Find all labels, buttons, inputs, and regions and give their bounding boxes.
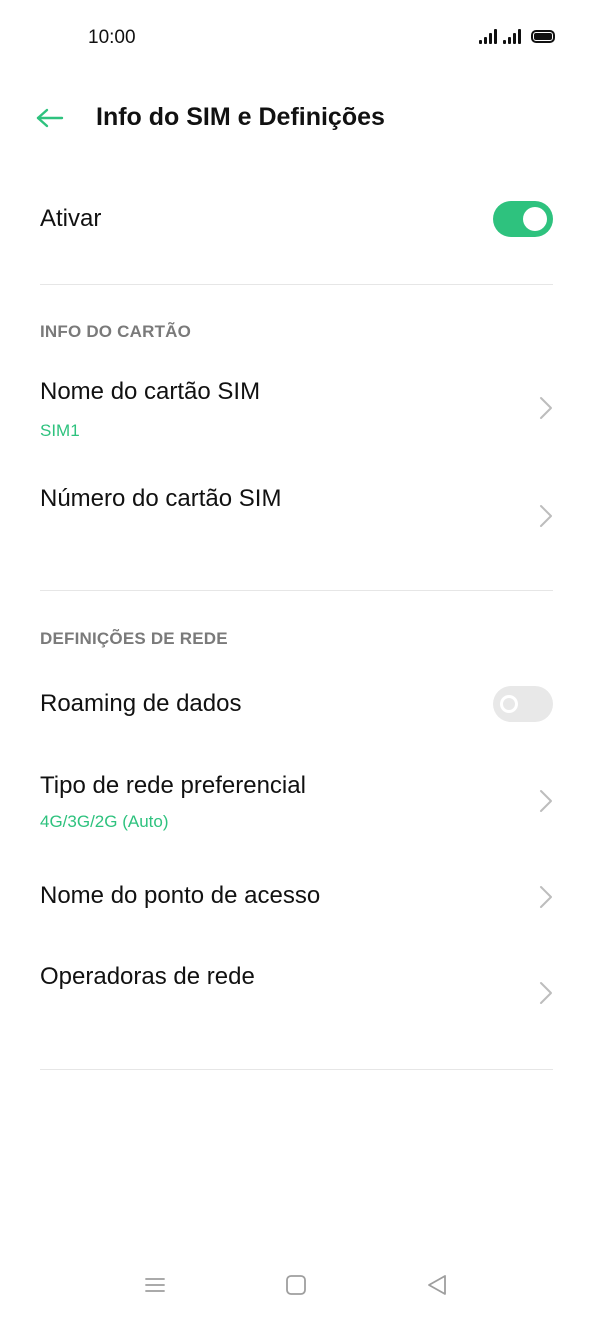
home-button[interactable] — [281, 1270, 311, 1300]
back-button[interactable] — [30, 100, 70, 136]
back-nav-button[interactable] — [422, 1270, 452, 1300]
toggle-knob — [523, 207, 547, 231]
activate-row[interactable]: Ativar — [40, 196, 553, 244]
signal-icon — [479, 28, 497, 44]
battery-icon — [531, 30, 555, 43]
status-bar: 10:00 — [0, 0, 593, 76]
divider — [40, 590, 553, 591]
page-title: Info do SIM e Definições — [96, 103, 385, 131]
menu-icon — [145, 1278, 165, 1292]
chevron-right-icon — [540, 397, 552, 419]
section-header-network: DEFINIÇÕES DE REDE — [40, 629, 228, 648]
data-roaming-toggle[interactable] — [493, 686, 553, 722]
back-triangle-icon — [428, 1275, 446, 1295]
preferred-network-type-label: Tipo de rede preferencial — [40, 772, 306, 799]
status-time: 10:00 — [88, 27, 136, 48]
chevron-right-icon — [540, 505, 552, 527]
home-icon — [286, 1275, 306, 1295]
sim-card-name-value: SIM1 — [40, 421, 80, 440]
navigation-bar — [0, 1250, 593, 1318]
signal-icon — [503, 28, 521, 44]
section-header-card-info: INFO DO CARTÃO — [40, 322, 192, 341]
chevron-right-icon — [540, 982, 552, 1004]
divider — [40, 1069, 553, 1070]
menu-button[interactable] — [140, 1270, 170, 1300]
divider — [40, 284, 553, 285]
network-operators-row[interactable]: Operadoras de rede — [40, 955, 553, 1031]
chevron-right-icon — [540, 790, 552, 812]
access-point-name-row[interactable]: Nome do ponto de acesso — [40, 872, 553, 922]
network-operators-label: Operadoras de rede — [40, 963, 255, 990]
status-icons — [479, 28, 555, 44]
chevron-right-icon — [540, 886, 552, 908]
activate-toggle[interactable] — [493, 201, 553, 237]
sim-card-name-label: Nome do cartão SIM — [40, 378, 261, 405]
sim-card-number-row[interactable]: Número do cartão SIM — [40, 478, 553, 556]
access-point-name-label: Nome do ponto de acesso — [40, 882, 321, 909]
arrow-left-icon — [36, 108, 64, 128]
sim-card-name-row[interactable]: Nome do cartão SIM SIM1 — [40, 370, 553, 448]
activate-label: Ativar — [40, 205, 102, 232]
sim-card-number-label: Número do cartão SIM — [40, 485, 282, 512]
preferred-network-type-value: 4G/3G/2G (Auto) — [40, 812, 169, 831]
data-roaming-label: Roaming de dados — [40, 690, 242, 717]
data-roaming-row[interactable]: Roaming de dados — [40, 680, 553, 728]
preferred-network-type-row[interactable]: Tipo de rede preferencial 4G/3G/2G (Auto… — [40, 764, 553, 842]
toggle-knob — [500, 695, 518, 713]
app-header: Info do SIM e Definições — [0, 88, 593, 148]
